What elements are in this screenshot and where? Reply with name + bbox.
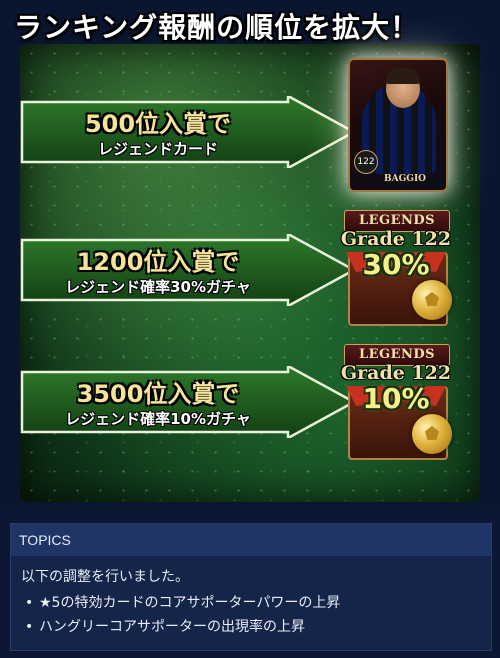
player-hair — [386, 68, 420, 84]
topic-text: ハングリーコアサポーターの出現率の上昇 — [39, 619, 305, 635]
percent-label: 30% — [362, 248, 430, 281]
reward-row-1200: 1200位入賞で レジェンド確率30%ガチャ — [18, 234, 358, 306]
banner-title: ランキング報酬の順位を拡大！ — [14, 11, 420, 44]
soccer-ball-icon — [412, 414, 452, 454]
reward-row-3500: 3500位入賞で レジェンド確率10%ガチャ — [18, 366, 358, 438]
topics-panel: TOPICS 以下の調整を行いました。 • ★5の特効カードのコアサポーターパワー… — [10, 523, 492, 651]
bullet-icon: • — [25, 619, 34, 635]
event-banner: ランキング報酬の順位を拡大！ 500位入賞で レジェンドカード 122 BAGG… — [0, 0, 500, 510]
reward-description: レジェンド確率10%ガチャ — [65, 410, 251, 428]
topics-intro: 以下の調整を行いました。 — [21, 569, 189, 585]
card-rating: 122 — [354, 150, 378, 174]
bullet-icon: • — [25, 595, 34, 611]
percent-label: 10% — [362, 382, 430, 415]
reward-rank: 500位入賞で — [84, 110, 232, 138]
card-player-name: BAGGIO — [384, 174, 427, 184]
legend-gacha-10: LEGENDS Grade 122 10% — [338, 344, 454, 460]
soccer-ball-icon — [412, 280, 452, 320]
topics-header: TOPICS — [11, 524, 491, 556]
reward-description: レジェンドカード — [97, 140, 218, 158]
list-item: • ★5の特効カードのコアサポーターパワーの上昇 — [21, 592, 481, 612]
topics-body: 以下の調整を行いました。 • ★5の特効カードのコアサポーターパワーの上昇 • ハン… — [11, 556, 491, 636]
reward-row-500: 500位入賞で レジェンドカード — [18, 96, 358, 168]
reward-rank: 3500位入賞で — [76, 380, 240, 408]
topic-text: ★5の特効カードのコアサポーターパワーの上昇 — [39, 595, 341, 611]
legend-player-card: 122 BAGGIO — [348, 58, 448, 192]
list-item: • ハングリーコアサポーターの出現率の上昇 — [21, 616, 481, 636]
reward-rank: 1200位入賞で — [76, 248, 240, 276]
grade-label: Grade 122 — [340, 362, 452, 384]
grade-label: Grade 122 — [340, 228, 452, 250]
reward-description: レジェンド確率30%ガチャ — [65, 278, 251, 296]
topics-list: • ★5の特効カードのコアサポーターパワーの上昇 • ハングリーコアサポーターの出現… — [21, 592, 481, 636]
legend-gacha-30: LEGENDS Grade 122 30% — [338, 210, 454, 326]
